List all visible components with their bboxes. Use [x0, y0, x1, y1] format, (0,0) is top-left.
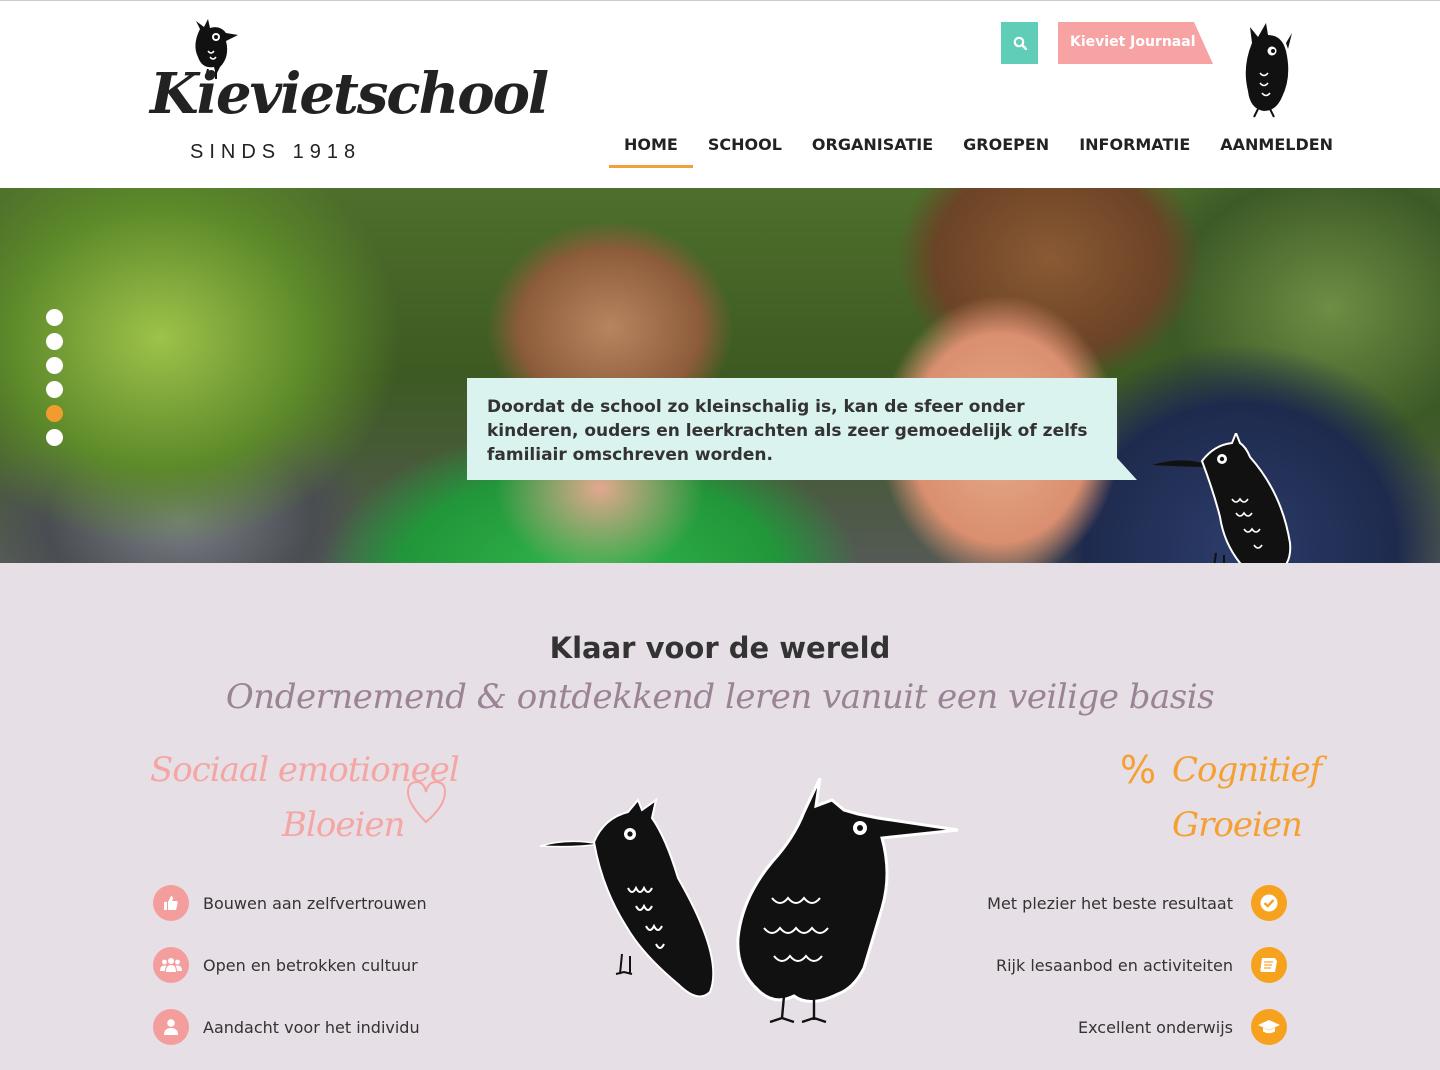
main-nav: HOME SCHOOL ORGANISATIE GROEPEN INFORMAT… [609, 125, 1348, 168]
feature-label: Open en betrokken cultuur [203, 955, 418, 975]
check-icon [1251, 885, 1287, 921]
right-heading-1: Cognitief [1172, 750, 1322, 790]
slider-dot[interactable] [46, 333, 63, 350]
percent-symbol: % [1120, 748, 1157, 792]
hero-quote-text: Doordat de school zo kleinschalig is, ka… [487, 397, 1088, 465]
section-title: Klaar voor de wereld [549, 631, 891, 665]
user-icon [153, 1009, 189, 1045]
search-icon [1013, 36, 1027, 50]
slider-dot-active[interactable] [46, 405, 63, 422]
intro-section: Klaar voor de wereld Ondernemend & ontde… [0, 563, 1440, 1070]
small-bird-icon [539, 797, 715, 998]
feature-label: Excellent onderwijs [1078, 1017, 1233, 1037]
graduation-cap-icon [1251, 1009, 1287, 1045]
slider-dots [46, 309, 63, 453]
logo-wordmark: Kievietschool [150, 61, 549, 127]
logo[interactable]: Kievietschool SINDS 1918 [150, 19, 549, 169]
hero-quote-box: Doordat de school zo kleinschalig is, ka… [467, 378, 1117, 480]
journaal-label: Kieviet Journaal [1070, 34, 1196, 50]
thumbs-up-icon [153, 885, 189, 921]
nav-item-school[interactable]: SCHOOL [693, 125, 797, 168]
right-heading-2: Groeien [1172, 805, 1303, 845]
group-icon [153, 947, 189, 983]
large-bird-icon [736, 778, 959, 1024]
slider-dot[interactable] [46, 309, 63, 326]
nav-item-home[interactable]: HOME [609, 125, 693, 168]
feature-label: Bouwen aan zelfvertrouwen [203, 893, 427, 913]
site-header: Kievietschool SINDS 1918 Kieviet Journaa… [0, 0, 1440, 188]
birds-illustration [539, 778, 959, 1024]
nav-item-organisatie[interactable]: ORGANISATIE [797, 125, 948, 168]
heart-icon [406, 780, 447, 824]
slider-dot[interactable] [46, 381, 63, 398]
nav-item-informatie[interactable]: INFORMATIE [1064, 125, 1205, 168]
slider-dot[interactable] [46, 429, 63, 446]
logo-subtitle: SINDS 1918 [190, 141, 362, 163]
feature-item: Open en betrokken cultuur [153, 947, 418, 983]
nav-item-groepen[interactable]: GROEPEN [948, 125, 1064, 168]
section-subtitle: Ondernemend & ontdekkend leren vanuit ee… [225, 677, 1215, 717]
kieviet-journaal-button[interactable]: Kieviet Journaal [1058, 22, 1213, 64]
feature-item: Bouwen aan zelfvertrouwen [153, 885, 427, 921]
slider-dot[interactable] [46, 357, 63, 374]
feature-item: Aandacht voor het individu [153, 1009, 420, 1045]
hero-slider: Doordat de school zo kleinschalig is, ka… [0, 188, 1440, 563]
quote-tail [1117, 458, 1137, 480]
feature-label: Rijk lesaanbod en activiteiten [995, 955, 1233, 975]
hero-bird-icon [1152, 433, 1292, 563]
search-button[interactable] [1001, 22, 1038, 64]
feature-label: Met plezier het beste resultaat [987, 893, 1233, 913]
feature-label: Aandacht voor het individu [203, 1017, 420, 1037]
nav-item-aanmelden[interactable]: AANMELDEN [1205, 125, 1348, 168]
left-heading-2: Bloeien [282, 805, 405, 845]
book-icon [1251, 947, 1287, 983]
header-bird-icon [1245, 23, 1292, 118]
